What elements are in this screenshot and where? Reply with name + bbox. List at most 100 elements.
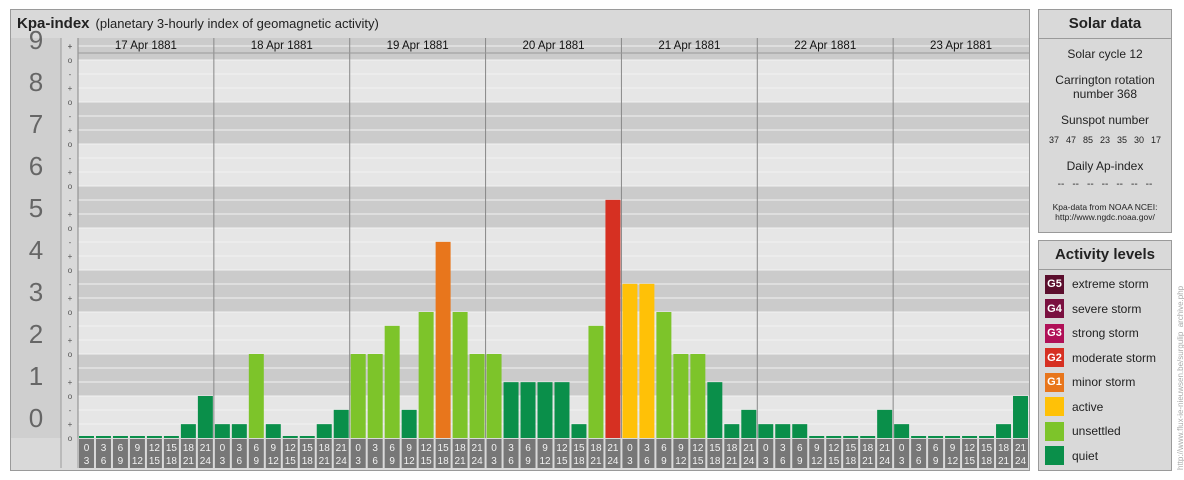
y-sub-label: - bbox=[69, 322, 72, 331]
day-label: 19 Apr 1881 bbox=[387, 40, 449, 52]
hour-slot-end: 6 bbox=[101, 456, 107, 467]
hour-slot-end: 6 bbox=[372, 456, 378, 467]
hour-slot-end: 6 bbox=[508, 456, 514, 467]
y-sub-label: + bbox=[68, 168, 73, 177]
hour-slot-end: 12 bbox=[675, 456, 687, 467]
activity-level-item: G2 moderate storm bbox=[1045, 348, 1156, 368]
hour-slot-end: 12 bbox=[947, 456, 959, 467]
kp-bar bbox=[503, 382, 519, 438]
kp-bar bbox=[537, 382, 553, 438]
y-sub-label: + bbox=[68, 294, 73, 303]
hour-slot-start: 18 bbox=[590, 443, 602, 454]
hour-slot-end: 3 bbox=[220, 456, 226, 467]
kp-bar bbox=[656, 312, 672, 438]
y-sub-label: o bbox=[68, 392, 73, 401]
y-sub-label: o bbox=[68, 56, 73, 65]
kp-bar bbox=[248, 354, 264, 438]
kp-bar bbox=[180, 424, 196, 438]
kp-bar bbox=[486, 354, 502, 438]
hour-slot-end: 9 bbox=[389, 456, 395, 467]
activity-level-item: active bbox=[1045, 397, 1103, 417]
y-sub-label: o bbox=[68, 266, 73, 275]
hour-slot-end: 3 bbox=[491, 456, 497, 467]
hour-slot-start: 3 bbox=[916, 443, 922, 454]
kp-bar bbox=[758, 424, 774, 438]
hour-slot-start: 21 bbox=[200, 443, 212, 454]
y-sub-label: - bbox=[69, 280, 72, 289]
solar-data-panel: Solar data Solar cycle 12 Carrington rot… bbox=[1038, 9, 1172, 233]
activity-level-label: quiet bbox=[1072, 448, 1099, 463]
y-sub-label: - bbox=[69, 70, 72, 79]
day-label: 21 Apr 1881 bbox=[658, 40, 720, 52]
hour-slot-start: 12 bbox=[964, 443, 976, 454]
ap-value: -- bbox=[1131, 179, 1138, 190]
kp-bar bbox=[79, 436, 94, 438]
kp-bar bbox=[112, 436, 128, 438]
kp-bar bbox=[639, 283, 655, 438]
hour-slot-end: 24 bbox=[1015, 456, 1027, 467]
hour-slot-end: 6 bbox=[780, 456, 786, 467]
hour-slot-start: 21 bbox=[472, 443, 484, 454]
hour-slot-start: 6 bbox=[933, 443, 939, 454]
hour-slot-end: 9 bbox=[797, 456, 803, 467]
hour-slot-end: 6 bbox=[237, 456, 243, 467]
hour-slot-start: 6 bbox=[661, 443, 667, 454]
kp-bar bbox=[588, 325, 604, 438]
hour-slot-start: 15 bbox=[573, 443, 585, 454]
hour-slot-end: 6 bbox=[916, 456, 922, 467]
hour-slot-start: 3 bbox=[644, 443, 650, 454]
y-sub-label: o bbox=[68, 308, 73, 317]
hour-slot-end: 24 bbox=[743, 456, 755, 467]
band bbox=[78, 270, 1029, 312]
day-label: 18 Apr 1881 bbox=[251, 40, 313, 52]
kp-bar bbox=[622, 283, 638, 438]
y-sub-label: + bbox=[68, 42, 73, 51]
day-label: 17 Apr 1881 bbox=[115, 40, 177, 52]
hour-slot-start: 15 bbox=[845, 443, 857, 454]
activity-level-swatch: G1 bbox=[1045, 372, 1064, 392]
kp-bar bbox=[894, 424, 910, 438]
hour-slot-start: 12 bbox=[828, 443, 840, 454]
hour-slot-end: 21 bbox=[998, 456, 1010, 467]
kp-bar bbox=[860, 436, 876, 438]
hour-slot-start: 9 bbox=[271, 443, 277, 454]
hour-slot-end: 3 bbox=[899, 456, 905, 467]
y-sub-label: - bbox=[69, 364, 72, 373]
ap-label: Daily Ap-index bbox=[1066, 159, 1144, 173]
carrington-rotation: Carrington rotation number 368 bbox=[1055, 73, 1155, 101]
sunspot-value: 47 bbox=[1065, 135, 1076, 145]
hour-slot-end: 9 bbox=[118, 456, 124, 467]
kp-bar bbox=[843, 436, 859, 438]
hour-slot-start: 9 bbox=[135, 443, 141, 454]
hour-slot-start: 15 bbox=[709, 443, 721, 454]
hour-slot-start: 3 bbox=[237, 443, 243, 454]
y-tick-label: 0 bbox=[29, 403, 43, 433]
data-source: Kpa-data from NOAA NCEI: http://www.ngdc… bbox=[1039, 202, 1171, 222]
band bbox=[78, 102, 1029, 144]
activity-level-swatch bbox=[1045, 421, 1064, 441]
source-link[interactable]: http://www.ngdc.noaa.gov/ bbox=[1039, 212, 1171, 222]
hour-slot-start: 18 bbox=[455, 443, 467, 454]
kp-bar bbox=[299, 436, 315, 438]
y-tick-label: 6 bbox=[29, 151, 43, 181]
activity-level-label: minor storm bbox=[1072, 375, 1136, 389]
hour-slot-start: 3 bbox=[372, 443, 378, 454]
hour-slot-end: 21 bbox=[862, 456, 874, 467]
kp-bar bbox=[979, 436, 995, 438]
hour-slot-end: 9 bbox=[661, 456, 667, 467]
hour-slot-end: 12 bbox=[132, 456, 144, 467]
kp-bar bbox=[792, 424, 808, 438]
hour-slot-start: 6 bbox=[118, 443, 124, 454]
kp-bar bbox=[163, 436, 179, 438]
hour-slot-start: 18 bbox=[726, 443, 738, 454]
hour-slot-end: 24 bbox=[200, 456, 212, 467]
activity-level-swatch: G4 bbox=[1045, 299, 1064, 318]
hour-slot-start: 0 bbox=[220, 443, 226, 454]
hour-slot-start: 12 bbox=[285, 443, 297, 454]
ap-values: -- -- -- -- -- -- -- bbox=[1039, 179, 1171, 190]
kp-chart-panel: Kpa-index (planetary 3-hourly index of ge… bbox=[10, 9, 1030, 471]
band bbox=[78, 354, 1029, 396]
hour-slot-start: 15 bbox=[302, 443, 314, 454]
kp-bar bbox=[826, 436, 842, 438]
kp-bar bbox=[690, 354, 706, 438]
